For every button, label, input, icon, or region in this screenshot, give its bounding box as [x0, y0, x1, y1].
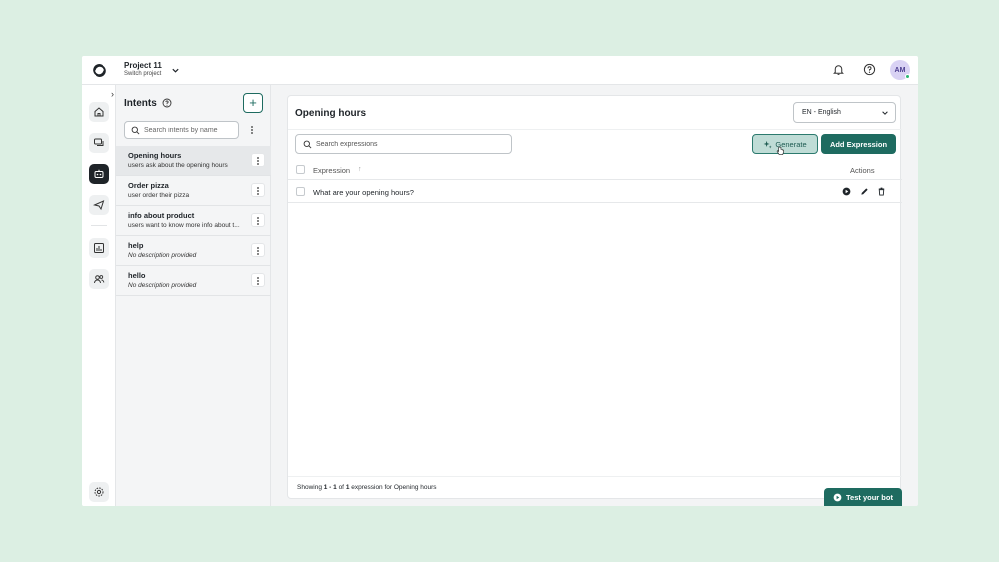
intent-menu-button[interactable] [251, 273, 265, 287]
intent-item-help[interactable]: help No description provided [116, 236, 271, 266]
summary-prefix: Showing [297, 484, 324, 491]
sparkle-icon [763, 140, 772, 148]
test-your-bot-button[interactable]: Test your bot [824, 488, 902, 506]
top-bar: Project 11 Switch project AM [82, 56, 918, 85]
language-select-value: EN - English [802, 109, 841, 116]
info-icon[interactable] [162, 98, 172, 108]
column-header-expression[interactable]: Expression [313, 166, 350, 175]
rail-analytics-button[interactable] [89, 238, 109, 258]
pagination-summary: Showing 1 - 1 of 1 expression for Openin… [297, 484, 437, 491]
intent-item-order-pizza[interactable]: Order pizza user order their pizza [116, 176, 271, 206]
kebab-menu-icon [257, 187, 259, 195]
intent-name: Opening hours [128, 151, 182, 160]
app-window: Project 11 Switch project AM › Intents +… [82, 56, 918, 506]
project-switcher[interactable]: Project 11 Switch project [124, 61, 162, 77]
search-expressions-input[interactable] [316, 137, 506, 151]
intent-item-hello[interactable]: hello No description provided [116, 266, 271, 296]
intent-name: hello [128, 271, 146, 280]
divider [288, 476, 902, 477]
intent-item-opening-hours[interactable]: Opening hours users ask about the openin… [116, 146, 271, 176]
expression-text: What are your opening hours? [313, 188, 414, 197]
intent-name: Order pizza [128, 181, 169, 190]
users-icon [94, 275, 105, 284]
play-icon [833, 493, 842, 501]
intent-item-info-about-product[interactable]: info about product users want to know mo… [116, 206, 271, 236]
kebab-menu-icon [257, 157, 259, 165]
table-header: Expression ↑ Actions [288, 160, 902, 180]
rail-bot-button[interactable] [89, 164, 109, 184]
rail-settings-button[interactable] [89, 482, 109, 502]
bell-icon[interactable] [832, 63, 845, 76]
divider [288, 129, 902, 130]
search-icon [131, 126, 140, 135]
kebab-menu-icon [257, 217, 259, 225]
send-icon [93, 200, 105, 211]
kebab-menu-icon [257, 247, 259, 255]
help-icon[interactable] [863, 63, 876, 76]
analytics-icon [94, 243, 104, 253]
intent-description: users want to know more info about t... [128, 222, 240, 229]
project-subtitle: Switch project [124, 71, 162, 77]
intent-description: user order their pizza [128, 192, 190, 199]
kebab-menu-icon[interactable] [247, 125, 257, 135]
search-intents-box [124, 121, 239, 139]
summary-range: 1 - 1 [323, 484, 337, 491]
rail-conversations-button[interactable] [89, 133, 109, 153]
gear-icon [94, 487, 104, 497]
page-title: Opening hours [295, 108, 367, 119]
play-icon[interactable] [842, 187, 851, 196]
search-expressions-box [295, 134, 512, 154]
rail-users-button[interactable] [89, 269, 109, 289]
intent-description: users ask about the opening hours [128, 162, 228, 169]
bot-icon [94, 169, 104, 178]
edit-icon[interactable] [860, 187, 869, 196]
chat-icon [94, 138, 104, 146]
project-name: Project 11 [124, 61, 162, 70]
home-icon [94, 107, 104, 117]
intent-name: info about product [128, 211, 195, 220]
intent-name: help [128, 241, 144, 250]
column-header-actions: Actions [850, 166, 875, 175]
intents-title: Intents [124, 98, 157, 109]
row-checkbox[interactable] [296, 187, 305, 196]
kebab-menu-icon [257, 277, 259, 285]
trash-icon[interactable] [877, 187, 886, 196]
add-expression-button[interactable]: Add Expression [821, 134, 896, 154]
intents-panel: Intents + Opening hours users ask about … [116, 85, 271, 506]
generate-button[interactable]: Generate [752, 134, 818, 154]
summary-suffix: expression for Opening hours [349, 484, 437, 491]
select-all-checkbox[interactable] [296, 165, 305, 174]
test-your-bot-label: Test your bot [846, 492, 893, 502]
hand-cursor-icon [776, 146, 784, 155]
chevron-down-icon[interactable] [171, 66, 180, 75]
summary-of: of [336, 484, 346, 491]
left-rail [82, 85, 116, 506]
rail-divider [91, 225, 107, 226]
intent-menu-button[interactable] [251, 213, 265, 227]
intent-description: No description provided [128, 282, 197, 289]
rail-home-button[interactable] [89, 102, 109, 122]
intent-description: No description provided [128, 252, 197, 259]
search-icon [303, 140, 312, 149]
intent-menu-button[interactable] [251, 183, 265, 197]
chevron-down-icon [882, 111, 888, 115]
table-row: What are your opening hours? [288, 181, 902, 203]
intent-menu-button[interactable] [251, 153, 265, 167]
add-intent-button[interactable]: + [243, 93, 263, 113]
expressions-card: Opening hours EN - English Generate Add … [287, 95, 902, 499]
intent-list: Opening hours users ask about the openin… [116, 146, 271, 296]
online-status-dot [905, 74, 910, 79]
intent-menu-button[interactable] [251, 243, 265, 257]
search-intents-input[interactable] [144, 123, 236, 137]
rail-broadcast-button[interactable] [89, 195, 109, 215]
logo-icon [93, 64, 106, 77]
sort-arrow-icon[interactable]: ↑ [358, 166, 362, 173]
language-select[interactable]: EN - English [793, 102, 896, 123]
